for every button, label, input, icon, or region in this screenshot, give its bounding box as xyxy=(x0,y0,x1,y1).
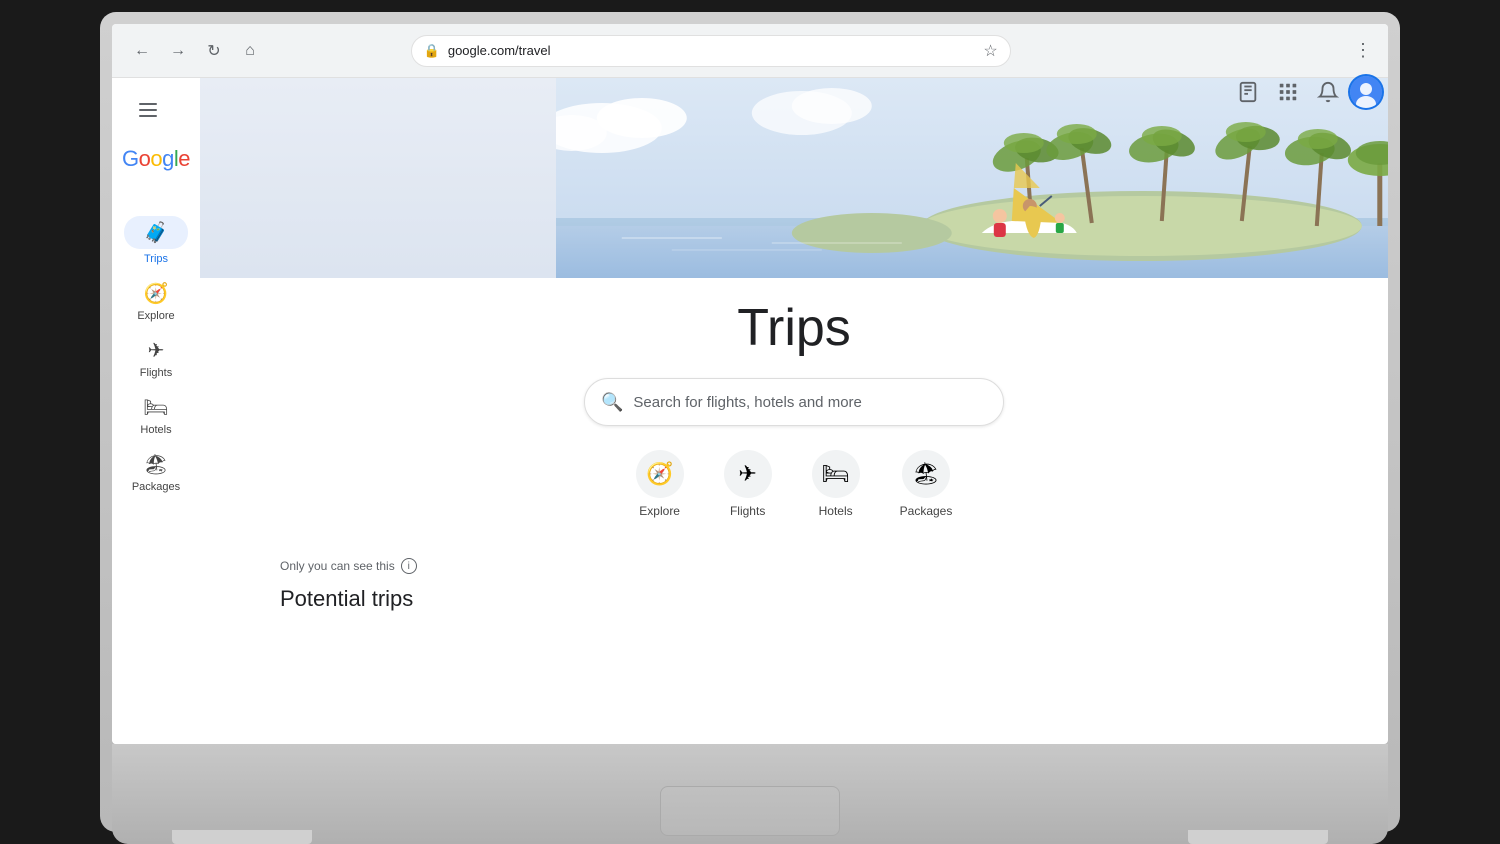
lock-icon: 🔒 xyxy=(424,43,440,59)
back-button[interactable]: ← xyxy=(128,37,156,65)
address-bar[interactable]: 🔒 google.com/travel ☆ xyxy=(411,35,1011,67)
visibility-info: Only you can see this i xyxy=(280,558,1308,574)
laptop-foot-left xyxy=(172,830,312,844)
quick-nav-packages[interactable]: 🏖 Packages xyxy=(900,450,953,518)
sidebar-nav: 🧳 Trips 🧭 Explore ✈ Flights xyxy=(112,208,200,501)
nav-buttons: ← → ↻ ⌂ xyxy=(128,37,264,65)
quick-nav-packages-icon: 🏖 xyxy=(902,450,950,498)
central-content: Trips 🔍 Search for flights, hotels and m… xyxy=(200,278,1388,558)
avatar-button[interactable] xyxy=(1348,78,1384,110)
browser-content: Google 🧳 Trips 🧭 xyxy=(112,78,1388,744)
page-main: Trips 🔍 Search for flights, hotels and m… xyxy=(200,78,1388,744)
forward-button[interactable]: → xyxy=(164,37,192,65)
sidebar-item-flights[interactable]: ✈ Flights xyxy=(120,330,192,387)
quick-nav-packages-label: Packages xyxy=(900,504,953,518)
quick-nav-flights[interactable]: ✈ Flights xyxy=(724,450,772,518)
laptop-feet xyxy=(112,830,1388,844)
sidebar: Google 🧳 Trips 🧭 xyxy=(112,78,200,744)
sidebar-label-trips: Trips xyxy=(144,253,168,265)
sidebar-item-packages[interactable]: 🏖 Packages xyxy=(120,444,192,501)
sidebar-item-trips[interactable]: 🧳 Trips xyxy=(120,208,192,273)
flights-icon: ✈ xyxy=(148,338,165,363)
page-title: Trips xyxy=(737,298,851,358)
apps-button[interactable] xyxy=(1268,78,1308,112)
info-icon[interactable]: i xyxy=(401,558,417,574)
quick-nav: 🧭 Explore ✈ Flights 🛏 Hotels 🏖 xyxy=(636,450,953,518)
quick-nav-flights-icon: ✈ xyxy=(724,450,772,498)
sidebar-item-hotels[interactable]: 🛏 Hotels xyxy=(120,387,192,444)
hamburger-icon xyxy=(139,103,157,117)
laptop-foot-right xyxy=(1188,830,1328,844)
sidebar-label-hotels: Hotels xyxy=(140,424,171,436)
hotels-icon: 🛏 xyxy=(143,395,168,420)
sidebar-label-packages: Packages xyxy=(132,481,180,493)
home-button[interactable]: ⌂ xyxy=(236,37,264,65)
trips-icon: 🧳 xyxy=(144,220,169,245)
sidebar-label-explore: Explore xyxy=(137,310,174,322)
quick-nav-flights-label: Flights xyxy=(730,504,765,518)
quick-nav-hotels-icon: 🛏 xyxy=(812,450,860,498)
visibility-text: Only you can see this xyxy=(280,559,395,573)
info-section: Only you can see this i Potential trips xyxy=(200,558,1388,612)
reload-button[interactable]: ↻ xyxy=(200,37,228,65)
quick-nav-explore-label: Explore xyxy=(639,504,680,518)
hamburger-button[interactable] xyxy=(128,90,168,130)
search-icon: 🔍 xyxy=(601,392,623,413)
quick-nav-explore-icon: 🧭 xyxy=(636,450,684,498)
saved-trips-button[interactable] xyxy=(1228,78,1268,112)
hero-section xyxy=(200,78,1388,278)
quick-nav-hotels-label: Hotels xyxy=(819,504,853,518)
packages-icon: 🏖 xyxy=(143,452,168,477)
sidebar-item-explore[interactable]: 🧭 Explore xyxy=(120,273,192,330)
explore-icon: 🧭 xyxy=(144,281,169,306)
search-placeholder-text: Search for flights, hotels and more xyxy=(633,394,861,411)
quick-nav-hotels[interactable]: 🛏 Hotels xyxy=(812,450,860,518)
potential-trips-title: Potential trips xyxy=(280,586,1308,612)
url-text: google.com/travel xyxy=(448,43,975,58)
notifications-button[interactable] xyxy=(1308,78,1348,112)
browser-bar: ← → ↻ ⌂ 🔒 google.com/travel ☆ ⋮ xyxy=(112,24,1388,78)
browser-menu-button[interactable]: ⋮ xyxy=(1354,40,1372,61)
trips-icon-active: 🧳 xyxy=(124,216,188,249)
bookmark-button[interactable]: ☆ xyxy=(983,41,997,61)
avatar xyxy=(1350,78,1382,108)
trackpad[interactable] xyxy=(660,786,840,836)
top-icons-bar xyxy=(1212,78,1388,118)
quick-nav-explore[interactable]: 🧭 Explore xyxy=(636,450,684,518)
sidebar-label-flights: Flights xyxy=(140,367,172,379)
laptop-bottom xyxy=(112,744,1388,844)
google-logo: Google xyxy=(122,146,190,172)
search-bar[interactable]: 🔍 Search for flights, hotels and more xyxy=(584,378,1004,426)
